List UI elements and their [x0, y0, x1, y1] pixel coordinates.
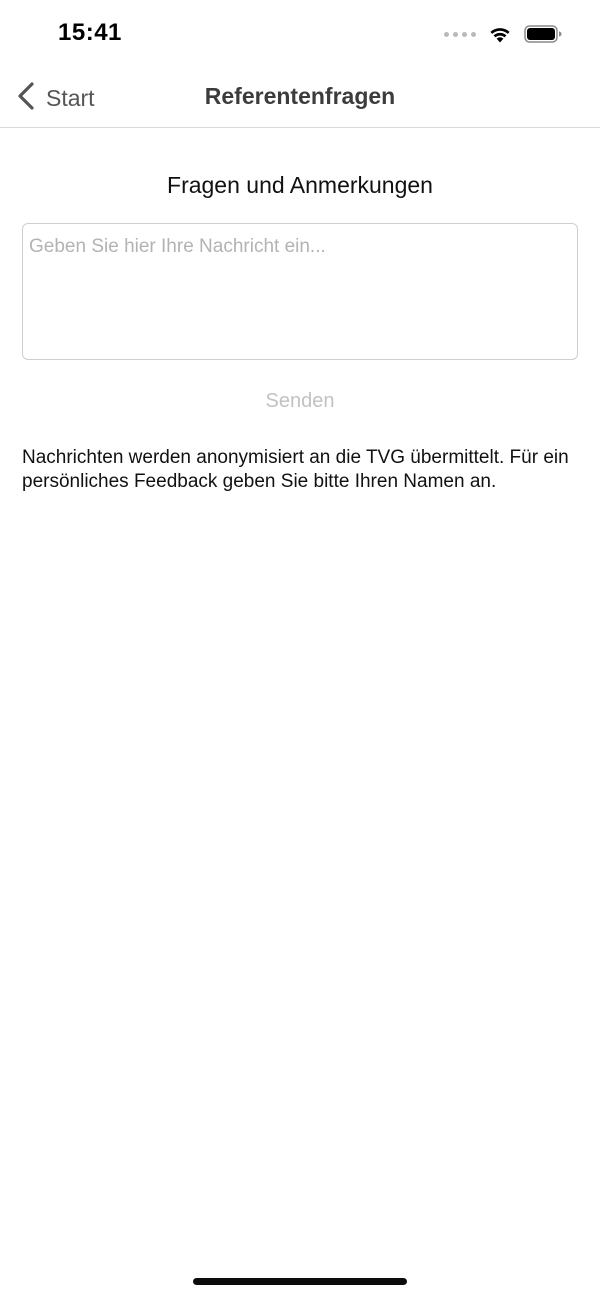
- home-indicator: [193, 1278, 407, 1285]
- status-icons: [444, 22, 562, 46]
- info-text: Nachrichten werden anonymisiert an die T…: [22, 447, 569, 492]
- status-bar: 15:41: [0, 0, 600, 70]
- section-title: Fragen und Anmerkungen: [167, 172, 433, 198]
- battery-icon: [524, 24, 562, 44]
- signal-dots-icon: [444, 31, 476, 37]
- send-button[interactable]: Senden: [0, 390, 600, 413]
- status-time: 15:41: [58, 19, 122, 46]
- message-input[interactable]: [22, 223, 578, 360]
- wifi-icon: [488, 25, 512, 43]
- navigation-bar: Start Referentenfragen: [0, 70, 600, 128]
- page-title: Referentenfragen: [204, 83, 396, 109]
- screen: 15:41 Start Referentenfragen Fragen und …: [0, 0, 600, 1298]
